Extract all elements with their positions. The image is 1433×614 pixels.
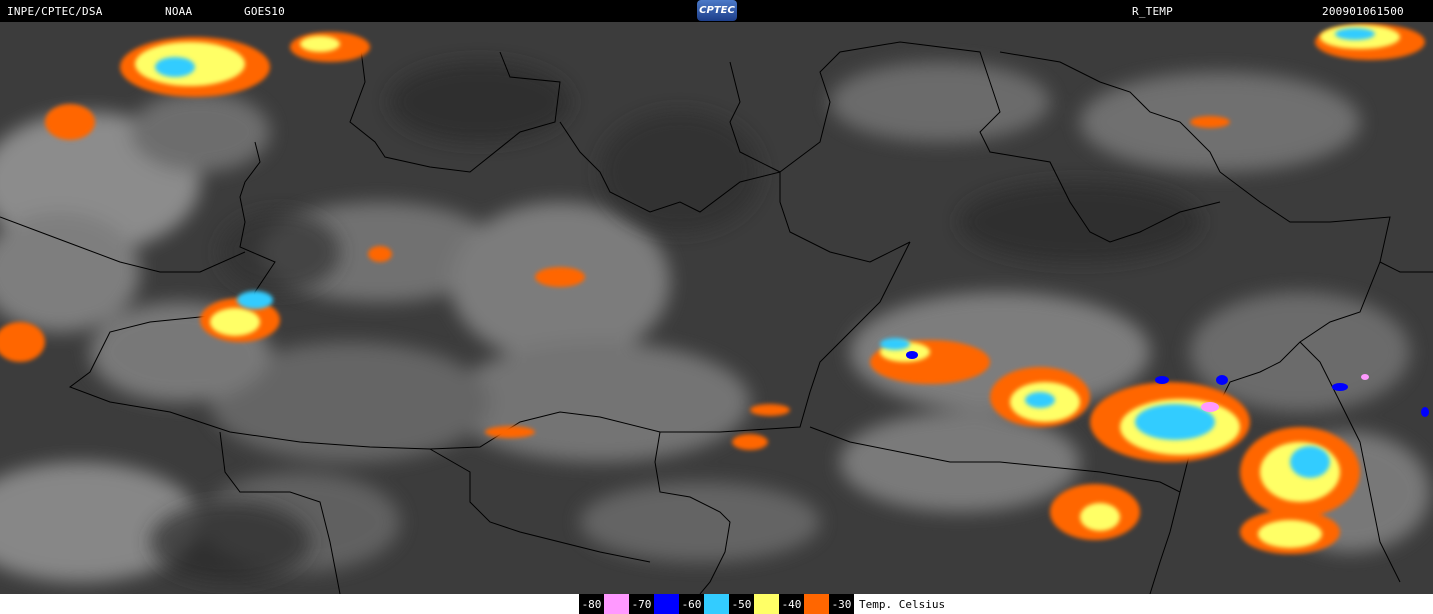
satellite-image (0, 22, 1433, 594)
timestamp-label: 200901061500 (1322, 5, 1404, 18)
legend-swatch-4 (804, 594, 829, 614)
legend-swatch-3 (754, 594, 779, 614)
header-bar: INPE/CPTEC/DSA NOAA GOES10 CPTEC R_TEMP … (0, 0, 1433, 22)
legend-label-2: -60 (679, 594, 704, 614)
color-legend: -80 -70 -60 -50 -40 -30 Temp. Celsius (579, 594, 946, 614)
legend-swatch-2 (704, 594, 729, 614)
legend-label-0: -80 (579, 594, 604, 614)
product-label: R_TEMP (1132, 5, 1173, 18)
legend-label-5: -30 (829, 594, 854, 614)
legend-swatch-0 (604, 594, 629, 614)
legend-unit-label: Temp. Celsius (854, 594, 946, 614)
logo-text: CPTEC (699, 5, 735, 16)
satellite-label: GOES10 (244, 5, 285, 18)
source-label: INPE/CPTEC/DSA (7, 5, 103, 18)
legend-label-4: -40 (779, 594, 804, 614)
legend-label-3: -50 (729, 594, 754, 614)
legend-label-1: -70 (629, 594, 654, 614)
legend-swatch-1 (654, 594, 679, 614)
cptec-logo: CPTEC (697, 0, 737, 21)
agency-label: NOAA (165, 5, 193, 18)
